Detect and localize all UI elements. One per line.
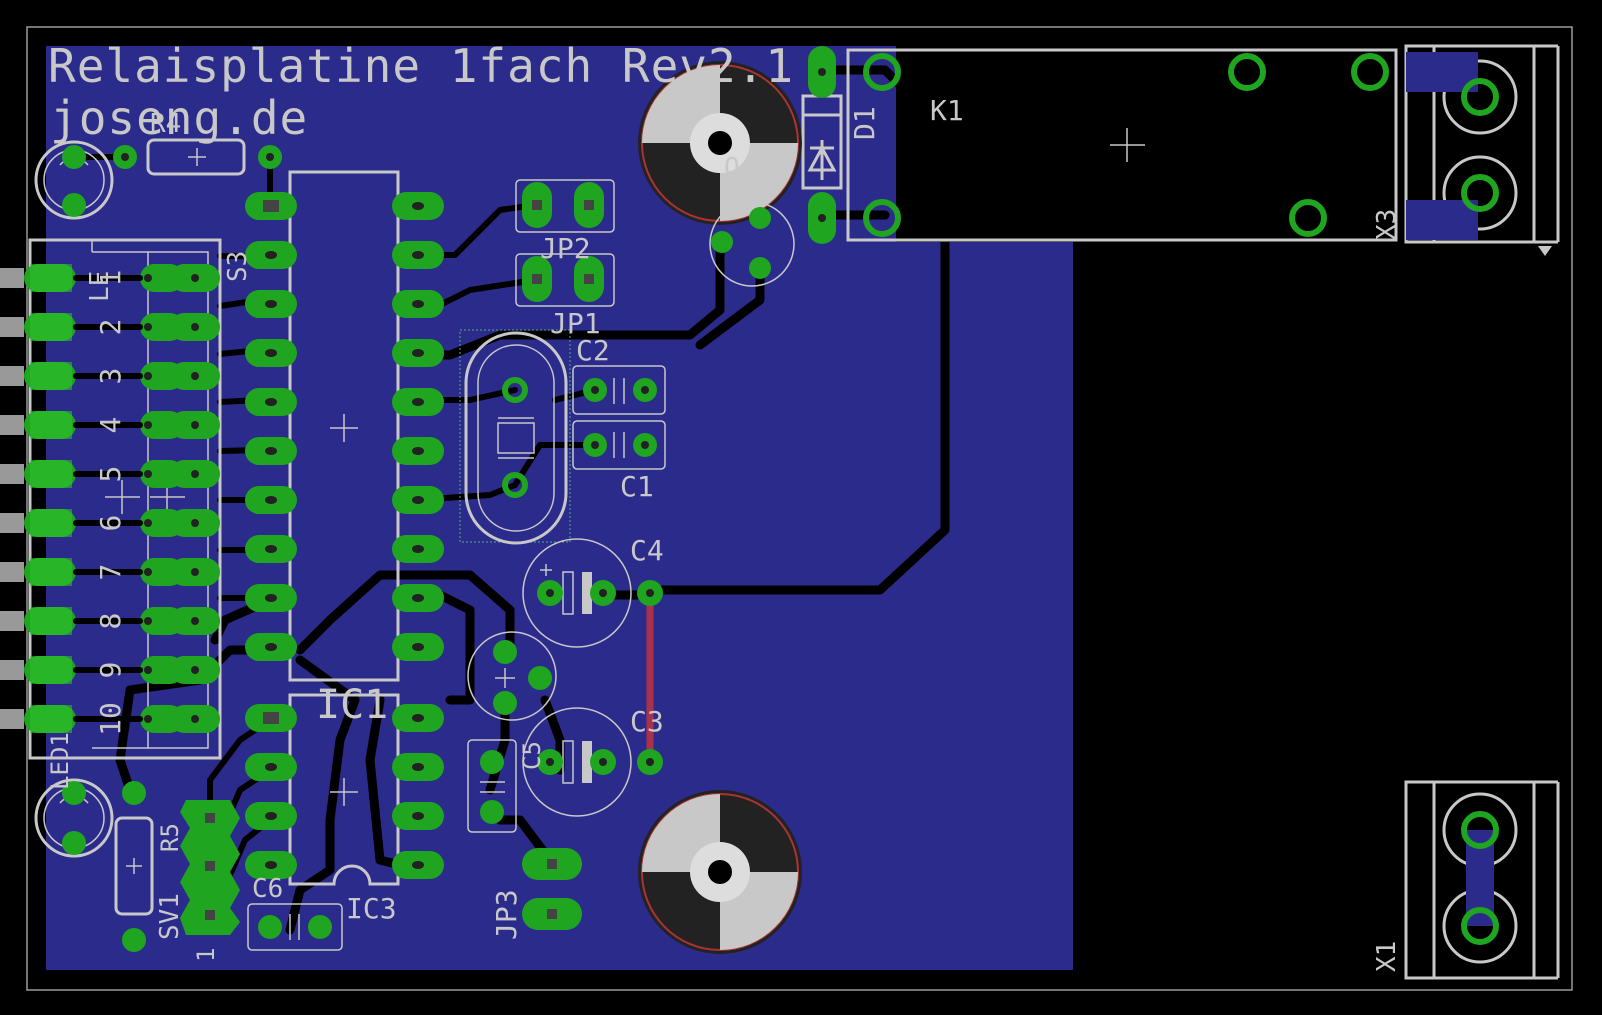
dip-number-label: 8: [94, 613, 127, 630]
led-bar-segment: [0, 562, 24, 582]
label-ic1: IC1: [316, 682, 388, 728]
label-jp3: JP3: [490, 889, 523, 940]
label-c2: C2: [576, 334, 610, 367]
dip-number-label: 10: [94, 702, 127, 736]
dip-number-label: 9: [94, 662, 127, 679]
board-title: Relaisplatine 1fach Rev2.1: [48, 39, 794, 93]
label-jp2: JP2: [540, 232, 591, 265]
led-bar-segment: [0, 415, 24, 435]
pcb-board: Relaisplatine 1fach Rev2.1 joseng.de R4 …: [0, 26, 1573, 991]
label-ic3: IC3: [346, 892, 397, 925]
label-q1: Q: [724, 153, 740, 183]
label-x3: X3: [1372, 209, 1402, 240]
led-bar-segment: [0, 513, 24, 533]
mounting-hole-bottom: [638, 790, 802, 954]
led-bar-segment: [0, 464, 24, 484]
led-bar-segment: [0, 268, 24, 288]
led-bar-segment: [0, 317, 24, 337]
label-sv1-pin: 1: [192, 948, 220, 962]
label-sv1: SV1: [155, 893, 185, 940]
led-bar-segment: [0, 611, 24, 631]
dip-number-label: 6: [94, 515, 127, 532]
label-c1: C1: [620, 470, 654, 503]
dip-number-label: 2: [94, 319, 127, 336]
label-r4: R4: [150, 109, 181, 139]
led-bar-segment: [0, 660, 24, 680]
dip-number-label: 3: [94, 368, 127, 385]
header-sv1: [180, 800, 240, 935]
label-c5: C5: [518, 741, 546, 770]
led-bar-segment: [0, 709, 24, 729]
dip-number-label: 7: [94, 564, 127, 581]
led-bar-segment: [0, 366, 24, 386]
label-c3: C3: [630, 705, 664, 738]
dip-number-label: 1: [94, 270, 127, 287]
dip-number-label: 5: [94, 466, 127, 483]
label-x1: X1: [1372, 941, 1402, 972]
label-s3: S3: [223, 251, 253, 282]
label-led1: LED1: [46, 732, 74, 790]
dip-number-label: 4: [94, 417, 127, 434]
label-d1: D1: [848, 106, 881, 140]
label-k1: K1: [930, 94, 964, 127]
label-c4: C4: [630, 534, 664, 567]
label-r5: R5: [156, 823, 184, 852]
label-c6: C6: [252, 874, 283, 904]
